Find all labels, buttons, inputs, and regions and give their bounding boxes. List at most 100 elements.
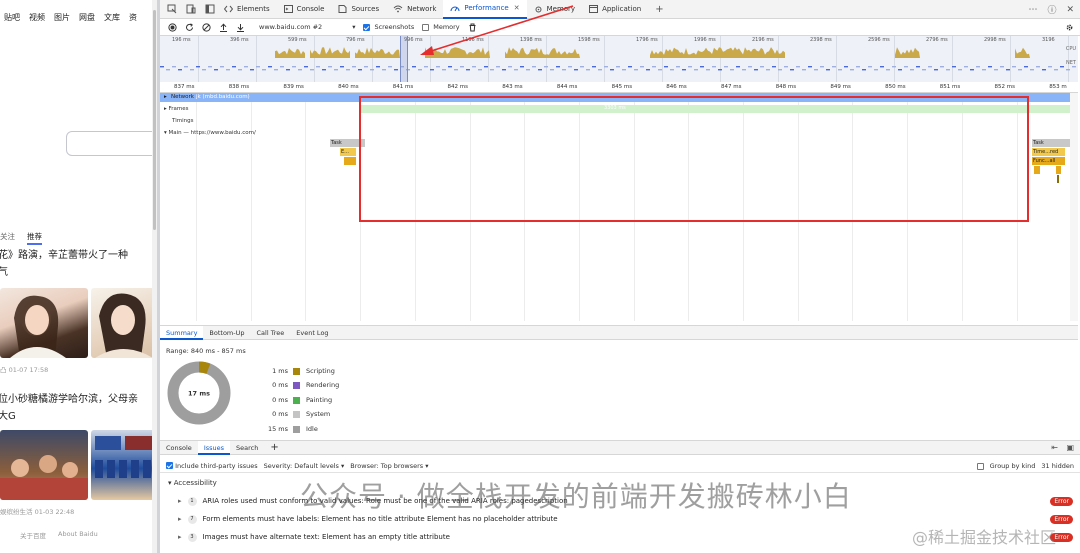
tab-elements[interactable]: Elements [217,0,277,19]
tab-follow[interactable]: 关注 [0,231,15,245]
nav-item[interactable]: 图片 [54,12,70,23]
network-activity [700,66,704,68]
page-scrollbar-thumb[interactable] [153,10,156,230]
garbage-collect-button[interactable] [468,23,477,32]
tab-issues[interactable]: Issues [197,440,231,455]
more-icon[interactable]: ⋯ [1028,5,1037,15]
network-activity [454,69,458,71]
memory-checkbox[interactable]: Memory [422,23,460,31]
timer-block[interactable]: Time...red [1032,148,1065,156]
reload-record-button[interactable] [185,22,194,32]
tab-network[interactable]: Network [386,0,443,19]
network-activity [970,69,974,71]
network-activity [820,66,824,68]
upload-button[interactable] [219,22,228,32]
third-party-checkbox[interactable]: Include third-party issues [166,462,258,470]
timeline-overview[interactable]: 196 ms 396 ms 599 ms 796 ms 996 ms 1196 ms 139… [160,36,1078,82]
dock-icon[interactable]: ⇤ [1051,443,1058,452]
network-activity [172,66,176,68]
trash-icon [469,23,476,31]
nav-item[interactable]: 视频 [29,12,45,23]
network-activity [712,66,716,68]
nav-item[interactable]: 网盘 [79,12,95,23]
tab-recommend[interactable]: 推荐 [27,231,42,245]
network-activity [220,66,224,68]
network-request[interactable]: jk (mbd.baidu.com) [196,94,250,100]
function-call-block[interactable]: Func...all [1032,157,1065,165]
script-block[interactable] [1034,166,1040,174]
tab-summary[interactable]: Summary [160,325,204,340]
checkbox-checked[interactable] [166,462,173,469]
tab-call-tree[interactable]: Call Tree [251,326,291,340]
network-activity [886,69,890,71]
network-activity [1018,69,1022,71]
nav-item[interactable]: 文库 [104,12,120,23]
script-block[interactable]: E... [340,148,356,156]
console-icon [283,5,293,13]
news-photo[interactable] [0,288,88,358]
overview-selection[interactable] [400,36,408,82]
news-title-line2[interactable]: 大G [0,409,157,425]
footer-link[interactable]: 关于百度 [20,530,46,540]
timings-track-label[interactable]: Timings [172,118,193,124]
script-block[interactable] [344,157,356,165]
group-by-kind-checkbox[interactable] [976,462,984,470]
checkbox-checked[interactable] [363,23,371,31]
tab-memory[interactable]: Memory [527,0,582,19]
portrait-image [10,295,66,358]
search-box[interactable] [66,131,157,156]
news-photo[interactable] [0,430,88,500]
tab-performance[interactable]: Performance ✕ [443,0,527,19]
add-tab-button[interactable]: + [648,0,670,19]
tab-console[interactable]: Console [277,0,332,19]
network-activity [472,66,476,68]
tab-bottom-up[interactable]: Bottom-Up [203,326,250,340]
footer-link[interactable]: About Baidu [58,530,98,540]
checkbox-unchecked[interactable] [422,23,430,31]
tab-event-log[interactable]: Event Log [290,326,334,340]
record-button[interactable] [168,22,177,32]
network-activity [340,66,344,68]
tab-console-drawer[interactable]: Console [160,441,198,455]
accessibility-group[interactable]: ▾ Accessibility [168,479,217,487]
network-activity [808,66,812,68]
news-title[interactable]: 花》路演，辛芷蕾带火了一种 [0,248,157,264]
device-toolbar-icon[interactable] [184,2,198,16]
network-activity [298,69,302,71]
close-drawer-icon[interactable]: ▣ [1066,443,1074,452]
target-select[interactable]: www.baidu.com #2 ▾ [255,23,355,31]
script-block[interactable] [1056,166,1061,174]
help-icon[interactable]: ⓘ [1047,3,1056,16]
capture-settings-button[interactable] [1065,23,1074,32]
screenshots-checkbox[interactable]: Screenshots [363,23,414,31]
close-icon[interactable]: ✕ [514,4,520,12]
news-photo[interactable] [91,430,157,500]
nav-item[interactable]: 资 [129,12,137,23]
script-block[interactable] [1057,175,1059,183]
network-activity [214,69,218,71]
clear-icon [202,22,211,32]
news-title-line2[interactable]: 气 [0,265,157,281]
flame-chart-scrollbar[interactable] [1070,93,1078,321]
frames-track-label[interactable]: ▸ Frames [164,106,189,112]
news-photo[interactable] [91,288,157,358]
add-drawer-tab-button[interactable]: + [264,441,284,455]
news-title[interactable]: 位小砂糖橘游学哈尔滨，父母亲 [0,392,157,408]
network-activity [940,66,944,68]
download-button[interactable] [236,23,245,32]
close-devtools-icon[interactable]: ✕ [1066,5,1074,15]
nav-item[interactable]: 贴吧 [4,12,20,23]
main-track-label[interactable]: ▾ Main — https://www.baidu.com/ [164,130,256,136]
tab-application[interactable]: Application [582,0,648,19]
severity-select[interactable]: Severity: Default levels ▾ [264,462,345,470]
inspect-icon[interactable] [165,2,179,16]
panel-toggle-icon[interactable] [203,2,217,16]
tab-search[interactable]: Search [230,441,264,455]
overview-tick-label: 599 ms [288,37,307,43]
tab-sources[interactable]: Sources [331,0,386,19]
network-activity [844,66,848,68]
clear-button[interactable] [202,22,211,32]
network-activity [622,69,626,71]
browser-select[interactable]: Browser: Top browsers ▾ [350,462,428,470]
task-block[interactable]: Task [1032,139,1070,147]
